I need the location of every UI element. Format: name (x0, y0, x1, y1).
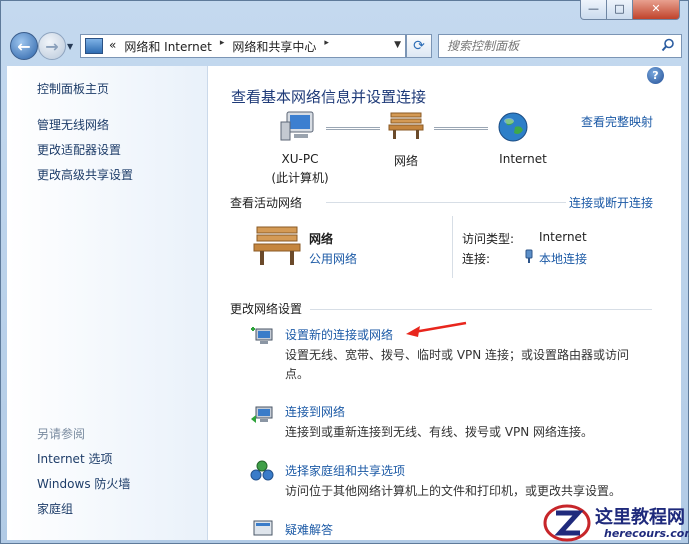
map-link-line (326, 127, 380, 130)
refresh-icon: ⟳ (413, 38, 425, 54)
homegroup-icon (250, 460, 274, 481)
watermark-logo-icon (543, 504, 591, 542)
watermark: 这里教程网 herecours.com (540, 497, 689, 544)
main-content: ? 查看基本网络信息并设置连接 查看完整映射 XU-PC (此计算机) 网络 I… (208, 66, 681, 540)
search-box[interactable] (438, 34, 682, 58)
refresh-button[interactable]: ⟳ (406, 34, 432, 58)
access-type-label: 访问类型: (462, 232, 515, 246)
computer-subtitle: (此计算机) (271, 171, 329, 185)
ethernet-icon (525, 249, 533, 263)
maximize-button[interactable]: □ (606, 0, 633, 20)
sidebar-item-windows-firewall[interactable]: Windows 防火墙 (37, 475, 130, 492)
breadcrumb-network-internet[interactable]: 网络和 Internet (124, 38, 211, 55)
connect-disconnect-link[interactable]: 连接或断开连接 (569, 194, 653, 211)
close-button[interactable]: ✕ (632, 0, 680, 20)
sidebar-item-change-adapter[interactable]: 更改适配器设置 (37, 141, 121, 158)
search-input[interactable] (447, 35, 657, 57)
back-button[interactable]: ← (10, 32, 38, 60)
page-title: 查看基本网络信息并设置连接 (231, 88, 427, 106)
sidebar-item-homegroup[interactable]: 家庭组 (37, 500, 73, 517)
internet-caption: Internet (499, 152, 547, 166)
active-networks-heading: 查看活动网络 (230, 196, 303, 210)
task-link-troubleshoot[interactable]: 疑难解答 (285, 521, 333, 538)
forward-button[interactable]: → (38, 32, 66, 60)
sidebar-item-control-panel-home[interactable]: 控制面板主页 (37, 80, 109, 97)
sidebar-item-advanced-sharing[interactable]: 更改高级共享设置 (37, 166, 133, 183)
public-network-bench-icon (253, 226, 301, 265)
task-desc-new-connection: 设置无线、宽带、拨号、临时或 VPN 连接；或设置路由器或访问点。 (285, 348, 630, 381)
sidebar-item-internet-options[interactable]: Internet 选项 (37, 450, 112, 467)
connect-network-icon (251, 406, 273, 423)
view-full-map-link[interactable]: 查看完整映射 (581, 113, 653, 130)
globe-icon[interactable] (497, 111, 529, 143)
local-connection-link[interactable]: 本地连接 (539, 250, 587, 267)
address-bar[interactable]: « 网络和 Internet ▸ 网络和共享中心 ▸ ▼ (80, 34, 406, 58)
task-link-connect-network[interactable]: 连接到网络 (285, 403, 345, 420)
troubleshoot-icon (253, 520, 273, 536)
vertical-divider (452, 216, 453, 278)
task-link-homegroup-sharing[interactable]: 选择家庭组和共享选项 (285, 462, 405, 479)
see-also-heading: 另请参阅 (37, 427, 86, 441)
arrow-right-icon: → (45, 36, 59, 56)
network-type-link[interactable]: 公用网络 (309, 250, 357, 267)
breadcrumb-overflow[interactable]: « (109, 38, 116, 55)
control-panel-icon (85, 38, 103, 54)
computer-name: XU-PC (281, 152, 319, 166)
computer-icon[interactable] (280, 110, 316, 142)
divider (310, 309, 652, 310)
divider (326, 202, 566, 203)
sidebar: 控制面板主页 管理无线网络 更改适配器设置 更改高级共享设置 另请参阅 Inte… (7, 66, 208, 540)
chevron-right-icon[interactable]: ▸ (324, 38, 329, 55)
connection-label: 连接: (462, 252, 491, 266)
map-link-line (434, 127, 488, 130)
task-link-new-connection[interactable]: 设置新的连接或网络 (285, 326, 393, 343)
minimize-button[interactable]: — (580, 0, 607, 20)
watermark-title: 这里教程网 (595, 507, 685, 528)
watermark-subtitle: herecours.com (604, 527, 689, 540)
change-settings-heading: 更改网络设置 (230, 302, 303, 316)
help-icon[interactable]: ? (647, 67, 664, 84)
chevron-right-icon[interactable]: ▸ (220, 38, 225, 55)
network-name: 网络 (309, 232, 334, 246)
sidebar-item-manage-wireless[interactable]: 管理无线网络 (37, 116, 109, 133)
network-caption: 网络 (393, 154, 418, 168)
annotation-arrow-icon (406, 321, 467, 337)
new-connection-icon (251, 327, 273, 344)
bench-icon[interactable] (388, 110, 424, 140)
navigation-bar: ← → ▼ « 网络和 Internet ▸ 网络和共享中心 ▸ ▼ ⟳ (6, 30, 683, 62)
breadcrumb-network-sharing-center[interactable]: 网络和共享中心 (232, 38, 316, 55)
recent-pages-dropdown[interactable]: ▼ (67, 42, 73, 51)
arrow-left-icon: ← (17, 36, 31, 56)
address-dropdown-icon[interactable]: ▼ (394, 40, 401, 50)
access-type-value: Internet (539, 230, 587, 244)
task-desc-connect-network: 连接到或重新连接到无线、有线、拨号或 VPN 网络连接。 (285, 425, 594, 439)
search-icon[interactable] (661, 38, 675, 52)
